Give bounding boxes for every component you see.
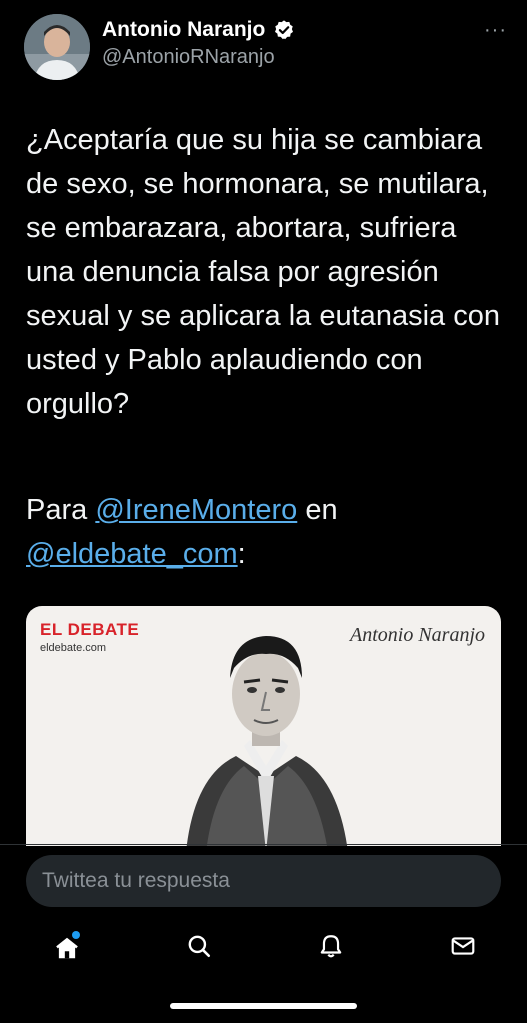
mention-link-eldebate[interactable]: @eldebate_com: [26, 538, 238, 570]
home-icon: [54, 931, 80, 961]
mention-prefix: Para: [26, 494, 96, 526]
card-logo: EL DEBATE: [40, 620, 140, 639]
nav-home[interactable]: [52, 931, 82, 963]
author-portrait-image: [166, 616, 366, 846]
tweet-header: Antonio Naranjo @AntonioRNaranjo ···: [24, 14, 507, 80]
mention-middle: en: [297, 494, 338, 526]
avatar[interactable]: [24, 14, 90, 80]
reply-divider: [0, 844, 527, 845]
verified-badge-icon: [273, 19, 295, 41]
bell-icon: [318, 933, 344, 964]
nav-messages[interactable]: [448, 933, 478, 963]
mail-icon: [450, 933, 476, 964]
author-line: Antonio Naranjo: [102, 18, 295, 42]
nav-notifications[interactable]: [316, 933, 346, 963]
author-name[interactable]: Antonio Naranjo: [102, 18, 265, 42]
search-icon: [186, 933, 212, 964]
tweet-text-mentions: Para @IreneMontero en @eldebate_com:: [26, 488, 506, 576]
mention-suffix: :: [237, 538, 246, 570]
author-handle[interactable]: @AntonioRNaranjo: [102, 46, 295, 69]
more-options-icon[interactable]: ···: [484, 20, 507, 40]
reply-input[interactable]: Twittea tu respuesta: [26, 855, 501, 907]
nav-search[interactable]: [184, 933, 214, 963]
card-author: Antonio Naranjo: [349, 624, 485, 646]
home-notification-dot: [72, 931, 80, 939]
bottom-nav: [0, 925, 527, 971]
mention-link-irene[interactable]: @IreneMontero: [95, 494, 297, 526]
author-block: Antonio Naranjo @AntonioRNaranjo: [102, 18, 295, 69]
link-preview-card[interactable]: EL DEBATE eldebate.com Antonio Naranjo: [26, 606, 501, 846]
home-indicator[interactable]: [170, 1003, 357, 1009]
card-domain: eldebate.com: [40, 642, 107, 654]
tweet-text: ¿Aceptaría que su hija se cambiara de se…: [26, 124, 500, 420]
